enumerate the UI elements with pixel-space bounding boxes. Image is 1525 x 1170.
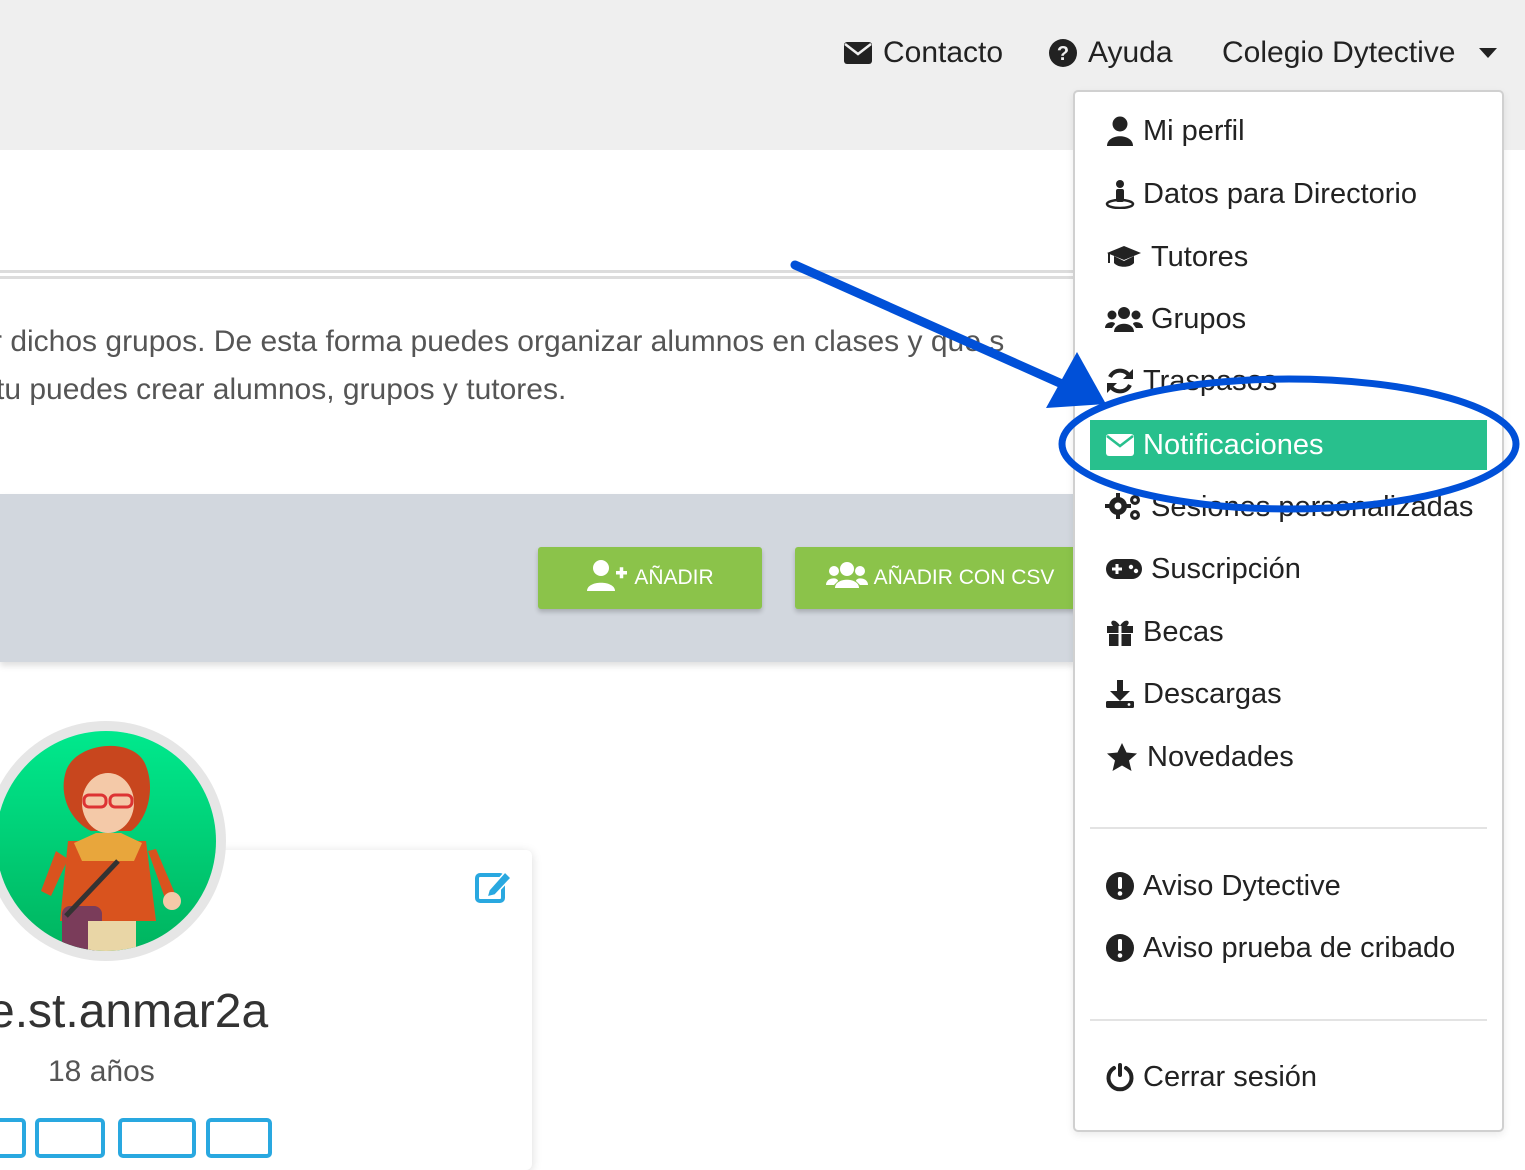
student-action-button-1[interactable] [0,1118,26,1158]
menu-item-becas[interactable]: Becas [1105,607,1224,657]
envelope-icon [1105,430,1135,460]
menu-divider [1090,1019,1487,1021]
student-age: 18 años [48,1055,155,1088]
add-student-button[interactable]: AÑADIR [538,547,762,609]
edit-icon[interactable] [475,868,513,909]
menu-item-label: Mi perfil [1143,114,1245,147]
menu-item-traspasos[interactable]: Traspasos [1105,356,1277,406]
menu-item-label: Aviso Dytective [1143,869,1341,902]
graduation-cap-icon [1105,242,1143,272]
cogs-icon [1105,492,1143,522]
section-divider [0,270,1075,279]
question-circle-icon: ? [1048,38,1078,68]
menu-item-suscripcion[interactable]: Suscripción [1105,544,1301,594]
menu-item-sesiones-personalizadas[interactable]: Sesiones personalizadas [1105,482,1473,532]
intro-text-line-1: r dichos grupos. De esta forma puedes or… [0,325,1005,358]
menu-item-label: Notificaciones [1143,428,1324,461]
menu-item-tutores[interactable]: Tutores [1105,232,1248,282]
gift-icon [1105,617,1135,647]
caret-down-icon [1479,48,1498,58]
menu-item-aviso-cribado[interactable]: Aviso prueba de cribado [1105,923,1455,973]
nav-contact-link[interactable]: Contacto [843,30,1003,76]
menu-item-mi-perfil[interactable]: Mi perfil [1105,106,1245,156]
star-icon [1105,742,1139,772]
nav-contact-label: Contacto [883,36,1004,69]
svg-text:?: ? [1057,43,1069,65]
student-username: e.st.anmar2a [0,985,269,1038]
menu-item-label: Novedades [1147,740,1294,773]
menu-item-novedades[interactable]: Novedades [1105,732,1294,782]
menu-item-label: Datos para Directorio [1143,177,1417,210]
menu-item-label: Descargas [1143,677,1282,710]
student-action-button-3[interactable] [118,1118,196,1158]
nav-help-link[interactable]: ? Ayuda [1048,30,1173,76]
user-icon [1105,116,1135,146]
gamepad-icon [1105,554,1143,584]
add-student-label: AÑADIR [634,566,714,589]
power-icon [1105,1062,1135,1092]
character-illustration [41,745,181,951]
download-icon [1105,679,1135,709]
menu-item-aviso-dytective[interactable]: Aviso Dytective [1105,861,1341,911]
student-action-button-4[interactable] [206,1118,272,1158]
menu-item-datos-directorio[interactable]: Datos para Directorio [1105,169,1417,219]
menu-item-notificaciones[interactable]: Notificaciones [1090,420,1487,470]
menu-item-cerrar-sesion[interactable]: Cerrar sesión [1105,1052,1317,1102]
menu-item-grupos[interactable]: Grupos [1105,294,1246,344]
envelope-icon [843,41,873,65]
menu-item-label: Becas [1143,615,1224,648]
directory-person-icon [1105,179,1135,209]
add-csv-button[interactable]: AÑADIR CON CSV [795,547,1085,609]
menu-item-label: Cerrar sesión [1143,1060,1318,1093]
menu-item-label: Tutores [1151,240,1249,273]
menu-divider [1090,827,1487,829]
account-name: Colegio Dytective [1222,36,1456,69]
add-csv-label: AÑADIR CON CSV [873,566,1055,589]
menu-item-label: Suscripción [1151,552,1301,585]
sync-icon [1105,366,1135,396]
menu-item-descargas[interactable]: Descargas [1105,669,1282,719]
users-icon [825,561,868,595]
exclamation-circle-icon [1105,871,1135,901]
account-menu-toggle[interactable]: Colegio Dytective [1222,30,1498,76]
menu-item-label: Aviso prueba de cribado [1143,931,1456,964]
exclamation-circle-icon [1105,933,1135,963]
menu-item-label: Sesiones personalizadas [1151,490,1474,523]
user-plus-icon [586,558,628,598]
intro-text-line-2: tu puedes crear alumnos, grupos y tutore… [0,373,567,406]
users-icon [1105,304,1143,334]
nav-help-label: Ayuda [1088,36,1173,69]
menu-item-label: Traspasos [1143,364,1278,397]
menu-item-label: Grupos [1151,302,1247,335]
student-action-button-2[interactable] [35,1118,105,1158]
